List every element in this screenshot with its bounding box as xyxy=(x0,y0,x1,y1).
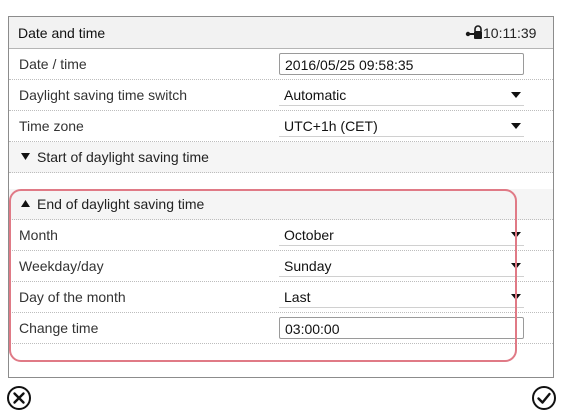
time-zone-label: Time zone xyxy=(19,118,84,134)
chevron-down-icon xyxy=(511,294,521,300)
month-label: Month xyxy=(19,227,58,243)
weekday-select[interactable]: Sunday xyxy=(279,255,524,277)
row-month: Month October xyxy=(9,220,553,251)
dst-switch-value: Automatic xyxy=(284,87,347,103)
chevron-down-icon xyxy=(511,123,521,129)
month-value: October xyxy=(284,227,334,243)
lock-icon xyxy=(464,25,484,41)
date-time-label: Date / time xyxy=(19,56,87,72)
cancel-button[interactable] xyxy=(6,385,32,411)
collapse-arrow-down-icon xyxy=(21,153,30,160)
settings-panel: Date and time 10:11:39 Date / time 2016/… xyxy=(8,16,554,378)
day-of-month-value: Last xyxy=(284,289,311,305)
circle-x-icon xyxy=(7,386,31,410)
change-time-label: Change time xyxy=(19,320,99,336)
change-time-field[interactable]: 03:00:00 xyxy=(279,317,524,339)
time-zone-value: UTC+1h (CET) xyxy=(284,118,378,134)
day-of-month-select[interactable]: Last xyxy=(279,286,524,308)
time-zone-select[interactable]: UTC+1h (CET) xyxy=(279,115,524,137)
chevron-down-icon xyxy=(511,232,521,238)
confirm-button[interactable] xyxy=(531,385,557,411)
weekday-label: Weekday/day xyxy=(19,258,104,274)
end-dst-label: End of daylight saving time xyxy=(37,196,205,212)
change-time-value: 03:00:00 xyxy=(285,321,340,337)
row-date-time: Date / time 2016/05/25 09:58:35 xyxy=(9,49,553,80)
chevron-down-icon xyxy=(511,92,521,98)
row-weekday: Weekday/day Sunday xyxy=(9,251,553,282)
date-time-value: 2016/05/25 09:58:35 xyxy=(285,57,414,73)
chevron-down-icon xyxy=(511,263,521,269)
dst-switch-label: Daylight saving time switch xyxy=(19,87,188,103)
date-time-field[interactable]: 2016/05/25 09:58:35 xyxy=(279,53,524,75)
month-select[interactable]: October xyxy=(279,224,524,246)
section-start-dst[interactable]: Start of daylight saving time xyxy=(9,142,553,173)
dst-switch-select[interactable]: Automatic xyxy=(279,84,524,106)
row-change-time: Change time 03:00:00 xyxy=(9,313,553,344)
page-title: Date and time xyxy=(18,25,106,41)
row-dst-switch: Daylight saving time switch Automatic xyxy=(9,80,553,111)
circle-check-icon xyxy=(532,386,556,410)
title-bar: Date and time 10:11:39 xyxy=(9,17,553,49)
section-end-dst[interactable]: End of daylight saving time xyxy=(9,189,553,220)
clock-display: 10:11:39 xyxy=(483,25,537,41)
weekday-value: Sunday xyxy=(284,258,332,274)
expand-arrow-up-icon xyxy=(21,200,30,207)
day-of-month-label: Day of the month xyxy=(19,289,126,305)
date-time-screen: Date and time 10:11:39 Date / time 2016/… xyxy=(0,0,565,415)
row-day-of-month: Day of the month Last xyxy=(9,282,553,313)
row-time-zone: Time zone UTC+1h (CET) xyxy=(9,111,553,142)
start-dst-label: Start of daylight saving time xyxy=(37,149,209,165)
